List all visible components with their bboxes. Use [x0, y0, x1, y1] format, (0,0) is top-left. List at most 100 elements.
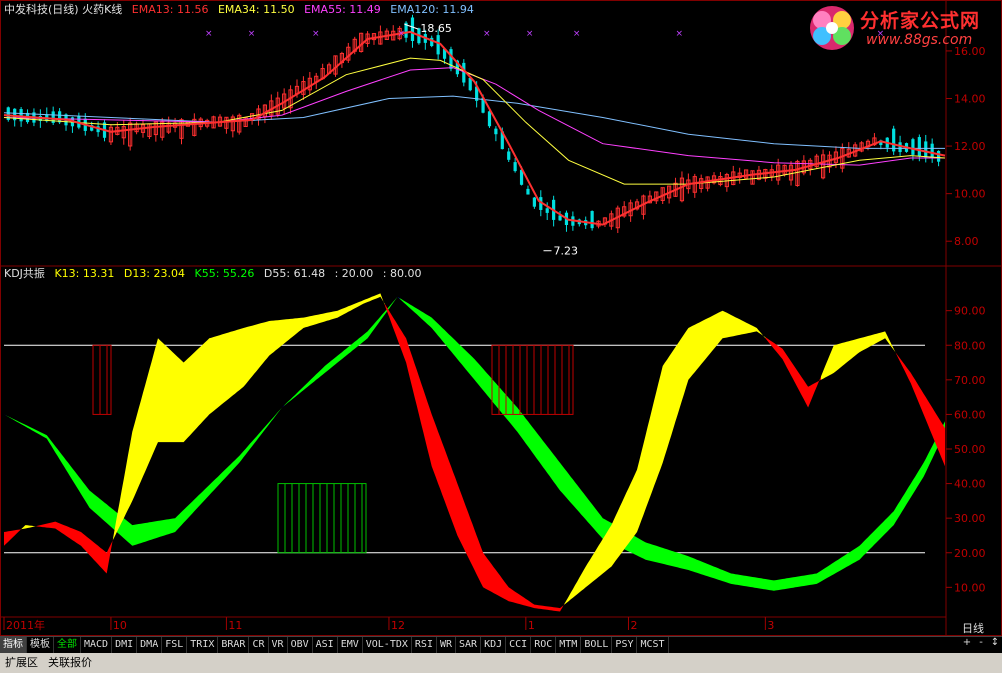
kdj13-band-falling	[36, 521, 114, 574]
ema13-line	[3, 30, 946, 226]
tab-psy[interactable]: PSY	[612, 637, 638, 653]
candle-body	[917, 137, 921, 157]
candle-body	[513, 162, 517, 172]
kdj-ytick-label: 80.00	[954, 339, 986, 352]
d55-label: D55: 61.48	[263, 267, 326, 280]
kdj-title: KDJ共振	[4, 267, 45, 280]
main-chart-header: 中发科技(日线) 火药K线 EMA13: 11.56 EMA34: 11.50 …	[4, 3, 480, 17]
buy-signal-box	[277, 483, 367, 554]
signal-marker: ×	[312, 29, 320, 39]
date-tick-label: 2	[630, 619, 637, 632]
tab-vol-tdx[interactable]: VOL-TDX	[363, 637, 412, 653]
sell-signal-box	[92, 344, 112, 415]
kdj13-band-rising	[113, 293, 385, 540]
tab-related-quotes[interactable]: 关联报价	[43, 653, 97, 672]
tab-mtm[interactable]: MTM	[556, 637, 582, 653]
candle-body	[936, 150, 941, 162]
zoom-in-button[interactable]: +	[960, 637, 974, 648]
tab-boll[interactable]: BOLL	[581, 637, 613, 653]
main-ytick-label: 14.00	[954, 92, 986, 105]
tab-wr[interactable]: WR	[437, 637, 457, 653]
signal-marker: ×	[248, 29, 256, 39]
kdj-ytick-label: 70.00	[954, 374, 986, 387]
ema34-label: EMA34: 11.50	[217, 3, 295, 16]
chart-frame	[0, 0, 1002, 636]
candle-body	[487, 111, 492, 127]
date-tick-label: 1	[528, 619, 535, 632]
tab-roc[interactable]: ROC	[531, 637, 557, 653]
kdj-ytick-label: 50.00	[954, 443, 986, 456]
candle-body	[468, 77, 472, 91]
tab-fsl[interactable]: FSL	[162, 637, 188, 653]
main-ytick-label: 12.00	[954, 140, 986, 153]
flower-logo-icon	[810, 6, 854, 50]
high-annotation: 18.65	[420, 22, 452, 35]
zoom-out-button[interactable]: -	[974, 637, 988, 648]
tab-template[interactable]: 模板	[27, 637, 54, 653]
candle-body	[436, 35, 440, 55]
ema55-label: EMA55: 11.49	[304, 3, 381, 16]
date-tick-label: 10	[113, 619, 127, 632]
tab-extension[interactable]: 扩展区	[0, 653, 43, 672]
signal-marker: ×	[573, 29, 581, 39]
tab-obv[interactable]: OBV	[288, 637, 313, 653]
tab-cci[interactable]: CCI	[506, 637, 532, 653]
more-button[interactable]: ↕	[988, 637, 1002, 648]
date-tick-label: 2011年	[6, 618, 45, 632]
tab-vr[interactable]: VR	[269, 637, 288, 653]
tab-emv[interactable]: EMV	[338, 637, 363, 653]
tab-macd[interactable]: MACD	[81, 637, 113, 653]
stock-title: 中发科技(日线) 火药K线	[4, 3, 123, 16]
date-tick-label: 3	[767, 619, 774, 632]
signal-marker: ×	[398, 29, 406, 39]
d13-label: D13: 23.04	[123, 267, 186, 280]
tab-rsi[interactable]: RSI	[412, 637, 437, 653]
ema120-line	[3, 95, 945, 149]
kdj13-band-rising	[21, 525, 37, 530]
tab-kdj[interactable]: KDJ	[481, 637, 507, 653]
tab-dmi[interactable]: DMI	[112, 637, 138, 653]
kdj13-band-falling	[895, 352, 945, 467]
k13-label: K13: 13.31	[54, 267, 115, 280]
logo-url: www.88gs.com	[866, 32, 973, 48]
candle-body	[911, 139, 915, 155]
kdj-ytick-label: 60.00	[954, 408, 986, 421]
kdj13-band-falling	[765, 337, 821, 408]
candle-body	[545, 208, 549, 213]
candle-body	[930, 143, 934, 158]
tab-trix[interactable]: TRIX	[187, 637, 219, 653]
l20-label: : 20.00	[334, 267, 374, 280]
tab-indicator[interactable]: 指标	[0, 637, 27, 653]
candle-body	[494, 128, 498, 135]
kdj-ytick-label: 20.00	[954, 547, 986, 560]
tab-brar[interactable]: BRAR	[218, 637, 250, 653]
signal-marker: ×	[526, 29, 534, 39]
site-logo: 分析家公式网 www.88gs.com	[800, 2, 1000, 54]
kdj-ytick-label: 30.00	[954, 512, 986, 525]
kdj-ytick-label: 40.00	[954, 478, 986, 491]
tab-all[interactable]: 全部	[54, 637, 81, 653]
candle-body	[19, 109, 23, 122]
candle-body	[532, 197, 536, 207]
tab-dma[interactable]: DMA	[137, 637, 163, 653]
ema13-label: EMA13: 11.56	[131, 3, 209, 16]
tab-mcst[interactable]: MCST	[637, 637, 669, 653]
candle-body	[924, 141, 928, 158]
signal-marker: ×	[676, 29, 684, 39]
ema120-label: EMA120: 11.94	[390, 3, 474, 16]
tab-cr[interactable]: CR	[249, 637, 269, 653]
low-annotation: 7.23	[553, 245, 578, 258]
signal-marker: ×	[483, 29, 491, 39]
l80-label: : 80.00	[382, 267, 422, 280]
kdj55-band-rising	[4, 414, 7, 416]
period-label: 日线	[962, 622, 984, 635]
k55-label: K55: 55.26	[194, 267, 255, 280]
tab-sar[interactable]: SAR	[456, 637, 482, 653]
candle-body	[507, 151, 511, 160]
candle-body	[410, 17, 415, 41]
candle-body	[526, 188, 530, 195]
date-tick-label: 12	[391, 619, 405, 632]
tab-asi[interactable]: ASI	[313, 637, 338, 653]
status-bar: 扩展区 关联报价	[0, 653, 1002, 673]
kdj55-band-rising	[397, 296, 400, 299]
